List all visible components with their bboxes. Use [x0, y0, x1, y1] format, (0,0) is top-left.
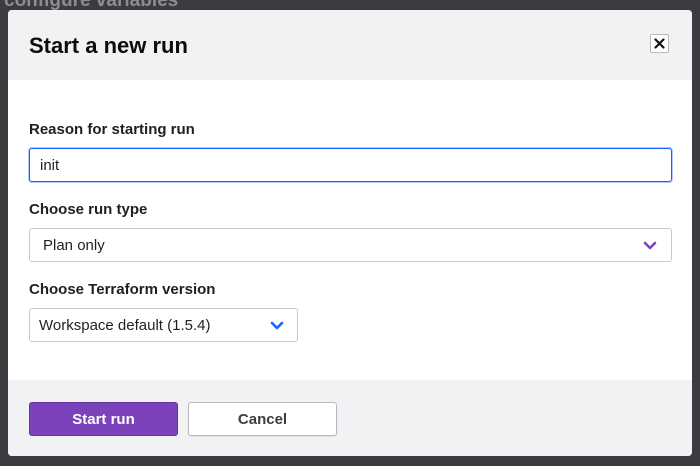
dialog-title: Start a new run: [29, 33, 188, 58]
chevron-down-icon: [270, 321, 284, 330]
close-icon: [654, 38, 665, 49]
start-run-button[interactable]: Start run: [29, 402, 178, 436]
terraform-version-selected-value: Workspace default (1.5.4): [39, 317, 211, 334]
terraform-version-select[interactable]: Workspace default (1.5.4): [29, 308, 298, 342]
run-type-label: Choose run type: [29, 201, 148, 218]
cancel-button[interactable]: Cancel: [188, 402, 337, 436]
close-button[interactable]: [650, 34, 669, 53]
chevron-down-icon: [643, 241, 657, 250]
run-type-select[interactable]: Plan only: [29, 228, 672, 262]
reason-label: Reason for starting run: [29, 121, 195, 138]
start-run-dialog: Start a new run Reason for starting run …: [8, 10, 692, 456]
terraform-version-label: Choose Terraform version: [29, 281, 216, 298]
reason-input[interactable]: [29, 148, 672, 182]
run-type-selected-value: Plan only: [43, 237, 105, 254]
dialog-header: Start a new run: [8, 10, 692, 80]
dialog-footer: Start run Cancel: [8, 380, 692, 456]
